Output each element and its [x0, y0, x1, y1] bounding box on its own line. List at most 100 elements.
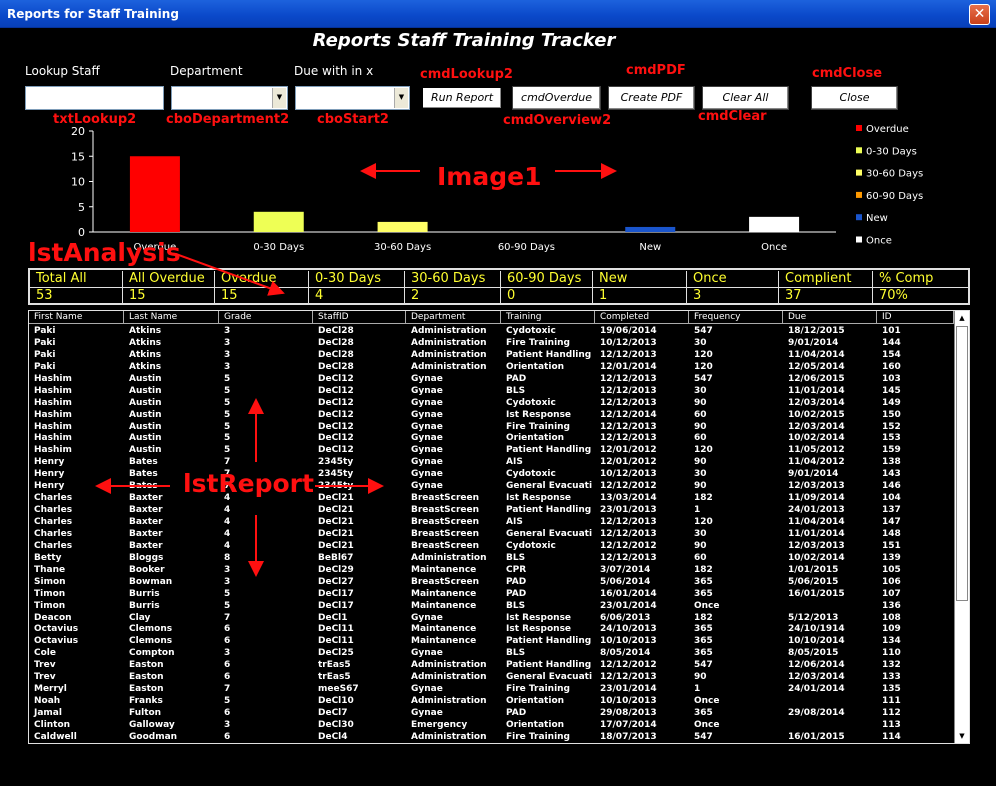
table-row[interactable]: Timon Burris 5 DeCl17 Maintanence BLS 23/01/20…	[29, 600, 954, 612]
table-cell: Patient Handling	[506, 505, 592, 516]
table-cell: Clemons	[129, 624, 173, 635]
table-cell: BreastScreen	[411, 493, 480, 504]
table-row[interactable]: Timon Burris 5 DeCl17 Maintanence PAD 16/01/20…	[29, 588, 954, 600]
table-row[interactable]: Hashim Austin 5 DeCl12 Gynae Patient Handling…	[29, 444, 954, 456]
scroll-up-icon[interactable]: ▲	[956, 312, 968, 324]
report-column-header[interactable]: Department	[406, 311, 501, 324]
chevron-down-icon[interactable]: ▼	[272, 88, 286, 108]
table-cell: General Evacuati	[506, 481, 593, 492]
table-row[interactable]: Hashim Austin 5 DeCl12 Gynae Fire Training 12/…	[29, 421, 954, 433]
table-cell: 132	[882, 660, 901, 671]
table-cell: 12/12/2013	[600, 433, 657, 444]
table-row[interactable]: Octavius Clemons 6 DeCl11 Maintanence Ist Res…	[29, 623, 954, 635]
report-column-header[interactable]: First Name	[29, 311, 124, 324]
table-row[interactable]: Charles Baxter 4 DeCl21 BreastScreen AIS 12/12…	[29, 516, 954, 528]
clear-all-button[interactable]: Clear All	[702, 86, 789, 110]
table-cell: 365	[694, 576, 713, 587]
scroll-down-icon[interactable]: ▼	[956, 730, 968, 742]
department-select[interactable]: ▼	[171, 86, 288, 110]
table-row[interactable]: Hashim Austin 5 DeCl12 Gynae Ist Response 12/1…	[29, 409, 954, 421]
table-row[interactable]: Noah Franks 5 DeCl10 Administration Orientati…	[29, 695, 954, 707]
table-cell: 547	[694, 373, 713, 384]
table-row[interactable]: Charles Baxter 4 DeCl21 BreastScreen Patient …	[29, 504, 954, 516]
table-row[interactable]: Henry Bates 7 2345ty Gynae Cydotoxic 10/12/201…	[29, 468, 954, 480]
report-column-header[interactable]: Due	[783, 311, 877, 324]
table-row[interactable]: Trev Easton 6 trEas5 Administration Patient H…	[29, 659, 954, 671]
report-column-header[interactable]: Completed	[595, 311, 689, 324]
table-cell: 150	[882, 409, 901, 420]
table-row[interactable]: Trev Easton 6 trEas5 Administration General E…	[29, 671, 954, 683]
close-icon[interactable]: ✕	[969, 4, 990, 25]
table-cell: PAD	[506, 576, 527, 587]
table-row[interactable]: Simon Bowman 3 DeCl27 BreastScreen PAD 5/06/20…	[29, 576, 954, 588]
scroll-thumb[interactable]	[956, 326, 968, 601]
report-column-header[interactable]: Last Name	[124, 311, 219, 324]
table-row[interactable]: Paki Atkins 3 DeCl28 Administration Orientati…	[29, 361, 954, 373]
table-row[interactable]: Clinton Galloway 3 DeCl30 Emergency Orientati…	[29, 719, 954, 731]
table-row[interactable]: Paki Atkins 3 DeCl28 Administration Cydotoxic…	[29, 325, 954, 337]
table-row[interactable]: Merryl Easton 7 meeS67 Gynae Fire Training 23/…	[29, 683, 954, 695]
analysis-value-cell: 70%	[872, 288, 968, 304]
table-cell: Cydotoxic	[506, 540, 556, 551]
table-cell: 10/02/2014	[788, 552, 845, 563]
report-scrollbar[interactable]: ▲ ▼	[954, 311, 969, 743]
table-cell: Paki	[34, 337, 56, 348]
table-row[interactable]: Deacon Clay 7 DeCl1 Gynae Ist Response 6/06/20…	[29, 612, 954, 624]
table-cell: 24/10/1914	[788, 624, 845, 635]
table-row[interactable]: Charles Baxter 4 DeCl21 BreastScreen Ist Resp…	[29, 492, 954, 504]
table-row[interactable]: Caldwell Goodman 6 DeCl4 Administration Fire …	[29, 731, 954, 743]
report-column-header[interactable]: Training	[501, 311, 595, 324]
annotation-cmdclose: cmdClose	[812, 66, 883, 81]
table-cell: General Evacuati	[506, 528, 593, 539]
table-cell: Patient Handling	[506, 349, 592, 360]
close-button[interactable]: Close	[811, 86, 898, 110]
table-row[interactable]: Paki Atkins 3 DeCl28 Administration Fire Trai…	[29, 337, 954, 349]
table-cell: Easton	[129, 672, 164, 683]
chart-bar	[253, 211, 304, 232]
table-cell: Merryl	[34, 684, 67, 695]
report-column-header[interactable]: ID	[877, 311, 954, 324]
table-cell: 12/06/2014	[788, 660, 845, 671]
report-list[interactable]: First Name Last Name Grade StaffID Departmen…	[28, 310, 970, 744]
table-cell: Once	[694, 696, 720, 707]
run-report-button[interactable]: Run Report	[421, 86, 503, 110]
table-row[interactable]: Octavius Clemons 6 DeCl11 Maintanence Patient…	[29, 635, 954, 647]
table-row[interactable]: Charles Baxter 4 DeCl21 BreastScreen General …	[29, 528, 954, 540]
table-cell: 139	[882, 552, 901, 563]
chart-bar	[129, 156, 180, 232]
table-cell: Administration	[411, 672, 487, 683]
table-row[interactable]: Cole Compton 3 DeCl25 Gynae BLS 8/05/2014 365 8/…	[29, 647, 954, 659]
lookup-staff-label: Lookup Staff	[25, 64, 100, 78]
table-row[interactable]: Hashim Austin 5 DeCl12 Gynae Orientation 12/12…	[29, 432, 954, 444]
table-cell: AIS	[506, 457, 523, 468]
table-row[interactable]: Thane Booker 3 DeCl29 Maintanence CPR 3/07/201…	[29, 564, 954, 576]
table-row[interactable]: Henry Bates 7 2345ty Gynae AIS 12/01/2012 90 11/…	[29, 456, 954, 468]
analysis-list[interactable]: Total All All Overdue Overdue 0-30 Days 30-6…	[28, 268, 970, 305]
table-row[interactable]: Hashim Austin 5 DeCl12 Gynae BLS 12/12/2013 30 1…	[29, 385, 954, 397]
table-row[interactable]: Hashim Austin 5 DeCl12 Gynae PAD 12/12/2013 547…	[29, 373, 954, 385]
table-row[interactable]: Charles Baxter 4 DeCl21 BreastScreen Cydotoxi…	[29, 540, 954, 552]
table-cell: Galloway	[129, 719, 175, 730]
table-row[interactable]: Henry Bates 7 2345ty Gynae General Evacuati 12…	[29, 480, 954, 492]
report-column-header[interactable]: Frequency	[689, 311, 783, 324]
overdue-button[interactable]: cmdOverdue	[512, 86, 601, 110]
table-cell: 103	[882, 373, 901, 384]
create-pdf-button[interactable]: Create PDF	[608, 86, 695, 110]
analysis-header-cell: 60-90 Days	[500, 271, 592, 287]
table-row[interactable]: Paki Atkins 3 DeCl28 Administration Patient H…	[29, 349, 954, 361]
report-column-header[interactable]: StaffID	[313, 311, 406, 324]
table-row[interactable]: Hashim Austin 5 DeCl12 Gynae Cydotoxic 12/12/2…	[29, 397, 954, 409]
table-cell: 11/09/2014	[788, 493, 845, 504]
lookup-staff-input[interactable]	[25, 86, 164, 110]
table-cell: DeCl7	[318, 708, 348, 718]
table-cell: DeCl12	[318, 445, 354, 456]
report-column-header[interactable]: Grade	[219, 311, 313, 324]
table-cell: 7	[224, 457, 231, 468]
chevron-down-icon[interactable]: ▼	[394, 88, 408, 108]
table-cell: Gynae	[411, 373, 443, 384]
table-row[interactable]: Betty Bloggs 8 BeBl67 Administration BLS 12/12…	[29, 552, 954, 564]
table-row[interactable]: Jamal Fulton 6 DeCl7 Gynae PAD 29/08/2013 365 29…	[29, 707, 954, 719]
table-cell: DeCl21	[318, 528, 354, 539]
table-cell: 12/12/2012	[600, 481, 657, 492]
due-within-select[interactable]: ▼	[295, 86, 410, 110]
